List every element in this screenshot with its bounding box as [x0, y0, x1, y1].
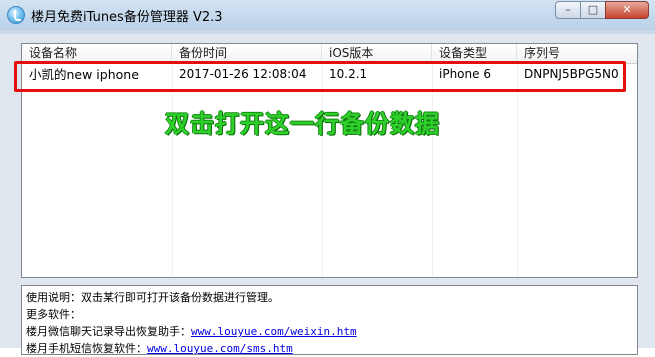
instruction-annotation: 双击打开这一行备份数据	[165, 110, 440, 138]
sms-tool-label: 楼月手机短信恢复软件：	[26, 342, 147, 355]
list-header: 设备名称 备份时间 iOS版本 设备类型 序列号	[22, 44, 637, 64]
column-header-device-name[interactable]: 设备名称	[22, 44, 172, 63]
column-divider	[432, 64, 433, 277]
app-window: 楼月免费iTunes备份管理器 V2.3 – □ ✕ 设备名称 备份时间 iOS…	[0, 0, 655, 355]
maximize-button[interactable]: □	[580, 1, 606, 19]
minimize-button[interactable]: –	[555, 1, 581, 19]
column-divider	[172, 64, 173, 277]
sms-tool-line: 楼月手机短信恢复软件：www.louyue.com/sms.htm	[26, 340, 637, 357]
backup-time-cell: 2017-01-26 12:08:04	[179, 67, 307, 81]
sms-tool-link[interactable]: www.louyue.com/sms.htm	[147, 342, 293, 355]
window-title: 楼月免费iTunes备份管理器 V2.3	[31, 10, 223, 25]
wechat-tool-link[interactable]: www.louyue.com/weixin.htm	[191, 325, 357, 338]
ios-version-cell: 10.2.1	[329, 67, 368, 81]
more-software-label: 更多软件：	[26, 308, 81, 321]
column-header-ios-version[interactable]: iOS版本	[322, 44, 432, 63]
itunes-icon	[7, 6, 25, 24]
column-header-device-type[interactable]: 设备类型	[432, 44, 517, 63]
close-button[interactable]: ✕	[605, 1, 649, 19]
usage-text: 使用说明：双击某行即可打开该备份数据进行管理。	[26, 291, 279, 304]
backup-list[interactable]: 设备名称 备份时间 iOS版本 设备类型 序列号 小凯的new iphone 2…	[21, 43, 638, 278]
caption-buttons: – □ ✕	[555, 1, 649, 19]
device-name-cell: 小凯的new iphone	[29, 67, 139, 82]
column-divider	[322, 64, 323, 277]
info-panel: 使用说明：双击某行即可打开该备份数据进行管理。 更多软件： 楼月微信聊天记录导出…	[21, 285, 638, 355]
table-row[interactable]: 小凯的new iphone 2017-01-26 12:08:04 10.2.1…	[22, 64, 637, 85]
serial-number-cell: DNPNJ5BPG5N0	[524, 67, 619, 81]
wechat-tool-label: 楼月微信聊天记录导出恢复助手：	[26, 325, 191, 338]
title-bar[interactable]: 楼月免费iTunes备份管理器 V2.3 – □ ✕	[0, 0, 655, 30]
column-divider	[517, 64, 518, 277]
wechat-tool-line: 楼月微信聊天记录导出恢复助手：www.louyue.com/weixin.htm	[26, 323, 637, 340]
column-header-serial-number[interactable]: 序列号	[517, 44, 637, 63]
column-header-backup-time[interactable]: 备份时间	[172, 44, 322, 63]
device-type-cell: iPhone 6	[439, 67, 491, 81]
